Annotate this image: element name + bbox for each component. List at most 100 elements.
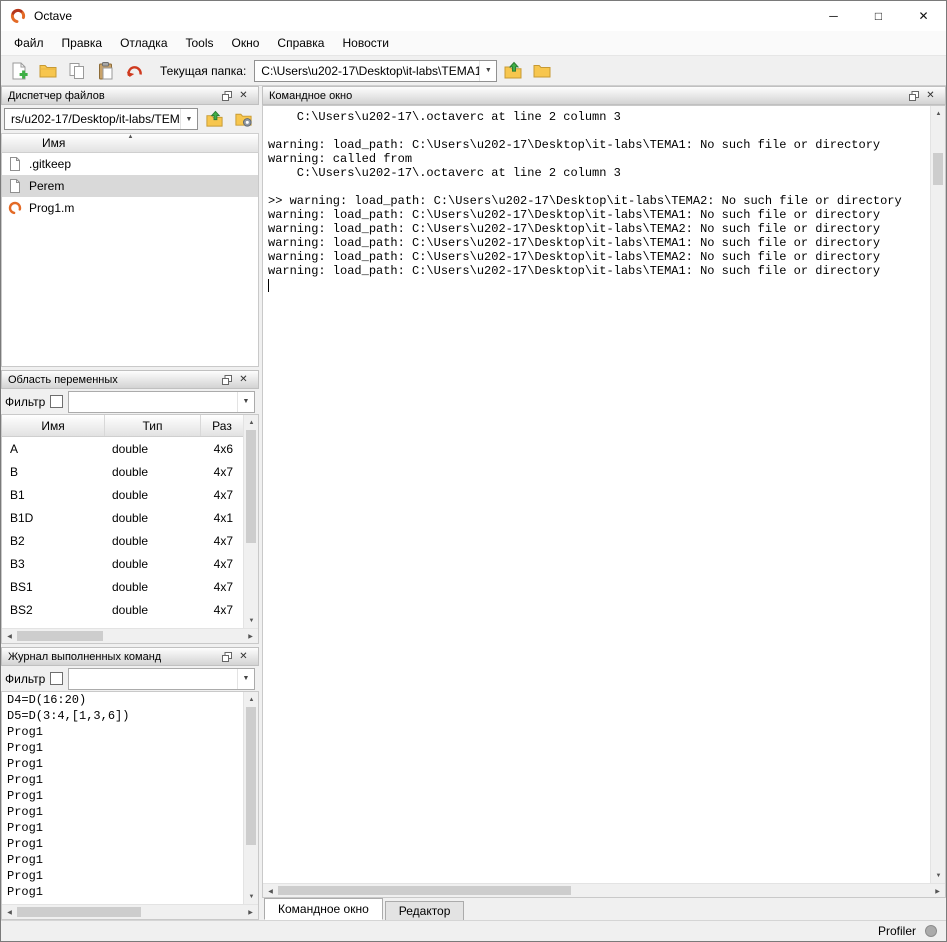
scrollbar-thumb[interactable] (17, 907, 141, 917)
file-browser-name-header[interactable]: Имя ▲ (1, 133, 259, 153)
history-item[interactable]: D5=D(3:4,[1,3,6]) (2, 708, 243, 724)
tab-editor[interactable]: Редактор (385, 901, 465, 920)
undo-button[interactable] (121, 57, 148, 84)
undock-icon[interactable] (905, 88, 922, 104)
scroll-right-icon[interactable]: ▶ (930, 884, 945, 898)
undock-icon[interactable] (218, 88, 235, 104)
close-button[interactable]: ✕ (901, 1, 946, 31)
folder-actions-button[interactable] (230, 107, 256, 131)
menu-tools[interactable]: Tools (177, 31, 223, 55)
chevron-down-icon[interactable]: ▼ (180, 109, 197, 129)
scrollbar-track[interactable] (931, 121, 945, 868)
horizontal-scrollbar[interactable]: ◀ ▶ (2, 904, 258, 919)
folder-up-button[interactable] (201, 107, 227, 131)
tab-command-window[interactable]: Командное окно (264, 898, 383, 920)
scroll-left-icon[interactable]: ◀ (2, 629, 17, 644)
scrollbar-track[interactable] (244, 430, 258, 613)
scrollbar-thumb[interactable] (246, 707, 256, 845)
history-item[interactable]: Prog1 (2, 868, 243, 884)
command-window-content[interactable]: C:\Users\u202-17\.octaverc at line 2 col… (262, 105, 946, 898)
history-item[interactable]: Prog1 (2, 804, 243, 820)
scroll-left-icon[interactable]: ◀ (2, 905, 17, 920)
command-window-titlebar[interactable]: Командное окно ✕ (262, 86, 946, 105)
new-script-button[interactable] (5, 57, 32, 84)
scroll-left-icon[interactable]: ◀ (263, 884, 278, 898)
chevron-down-icon[interactable]: ▼ (237, 669, 254, 689)
menu-debug[interactable]: Отладка (111, 31, 176, 55)
chevron-down-icon[interactable]: ▼ (479, 61, 496, 81)
open-file-button[interactable] (34, 57, 61, 84)
table-row[interactable]: A double 4x6 (2, 437, 243, 460)
file-item-prog1[interactable]: Prog1.m (2, 197, 258, 219)
menu-help[interactable]: Справка (268, 31, 333, 55)
filter-checkbox[interactable] (50, 672, 63, 685)
column-header-size[interactable]: Раз (201, 415, 243, 436)
scrollbar-track[interactable] (244, 707, 258, 889)
column-header-name[interactable]: Имя (2, 415, 105, 436)
scroll-down-icon[interactable]: ▼ (244, 613, 259, 628)
vertical-scrollbar[interactable]: ▲ ▼ (243, 692, 258, 904)
close-panel-icon[interactable]: ✕ (235, 649, 252, 665)
table-row[interactable]: BS2 double 4x7 (2, 598, 243, 621)
history-item[interactable]: Prog1 (2, 884, 243, 900)
scroll-up-icon[interactable]: ▲ (931, 106, 946, 121)
minimize-button[interactable]: ─ (811, 1, 856, 31)
scrollbar-thumb[interactable] (933, 153, 943, 185)
menu-news[interactable]: Новости (333, 31, 397, 55)
scrollbar-track[interactable] (17, 905, 243, 919)
paste-button[interactable] (92, 57, 119, 84)
filter-combobox[interactable]: ▼ (68, 668, 255, 690)
table-row[interactable]: BS1 double 4x7 (2, 575, 243, 598)
history-item[interactable]: Prog1 (2, 820, 243, 836)
table-row[interactable]: B1D double 4x1 (2, 506, 243, 529)
horizontal-scrollbar[interactable]: ◀ ▶ (2, 628, 258, 643)
history-item[interactable]: Prog1 (2, 852, 243, 868)
history-item[interactable]: Prog1 (2, 724, 243, 740)
menu-file[interactable]: Файл (5, 31, 53, 55)
scroll-down-icon[interactable]: ▼ (244, 889, 259, 904)
vertical-scrollbar[interactable]: ▲ ▼ (930, 106, 945, 883)
filter-combobox[interactable]: ▼ (68, 391, 255, 413)
history-item[interactable]: Prog1 (2, 756, 243, 772)
scroll-right-icon[interactable]: ▶ (243, 629, 258, 644)
history-item[interactable]: D4=D(16:20) (2, 692, 243, 708)
file-item-gitkeep[interactable]: .gitkeep (2, 153, 258, 175)
scrollbar-track[interactable] (17, 629, 243, 643)
current-folder-combobox[interactable]: C:\Users\u202-17\Desktop\it-labs\TEMA1 ▼ (254, 60, 497, 82)
menu-edit[interactable]: Правка (53, 31, 112, 55)
table-row[interactable]: B2 double 4x7 (2, 529, 243, 552)
maximize-button[interactable]: □ (856, 1, 901, 31)
table-row[interactable]: B3 double 4x7 (2, 552, 243, 575)
file-browser-path-combobox[interactable]: rs/u202-17/Desktop/it-labs/TEMA1 ▼ (4, 108, 198, 130)
scrollbar-thumb[interactable] (278, 886, 571, 895)
file-browser-titlebar[interactable]: Диспетчер файлов ✕ (1, 86, 259, 105)
history-item[interactable]: Prog1 (2, 836, 243, 852)
profiler-toggle[interactable] (925, 925, 937, 937)
scroll-up-icon[interactable]: ▲ (244, 692, 259, 707)
column-header-type[interactable]: Тип (105, 415, 201, 436)
close-panel-icon[interactable]: ✕ (235, 372, 252, 388)
close-panel-icon[interactable]: ✕ (235, 88, 252, 104)
undock-icon[interactable] (218, 372, 235, 388)
command-history-titlebar[interactable]: Журнал выполненных команд ✕ (1, 647, 259, 666)
history-item[interactable]: Prog1 (2, 772, 243, 788)
close-panel-icon[interactable]: ✕ (922, 88, 939, 104)
filter-checkbox[interactable] (50, 395, 63, 408)
history-item[interactable]: Prog1 (2, 788, 243, 804)
table-row[interactable]: B1 double 4x7 (2, 483, 243, 506)
scroll-up-icon[interactable]: ▲ (244, 415, 259, 430)
browse-folder-button[interactable] (528, 57, 555, 84)
history-item[interactable]: Prog1 (2, 740, 243, 756)
scroll-right-icon[interactable]: ▶ (243, 905, 258, 920)
undock-icon[interactable] (218, 649, 235, 665)
folder-up-button[interactable] (499, 57, 526, 84)
scroll-down-icon[interactable]: ▼ (931, 868, 946, 883)
menu-window[interactable]: Окно (223, 31, 269, 55)
horizontal-scrollbar[interactable]: ◀ ▶ (263, 883, 945, 897)
scrollbar-thumb[interactable] (17, 631, 103, 641)
table-row[interactable]: B double 4x7 (2, 460, 243, 483)
vertical-scrollbar[interactable]: ▲ ▼ (243, 415, 258, 628)
copy-button[interactable] (63, 57, 90, 84)
workspace-titlebar[interactable]: Область переменных ✕ (1, 370, 259, 389)
scrollbar-track[interactable] (278, 884, 930, 897)
